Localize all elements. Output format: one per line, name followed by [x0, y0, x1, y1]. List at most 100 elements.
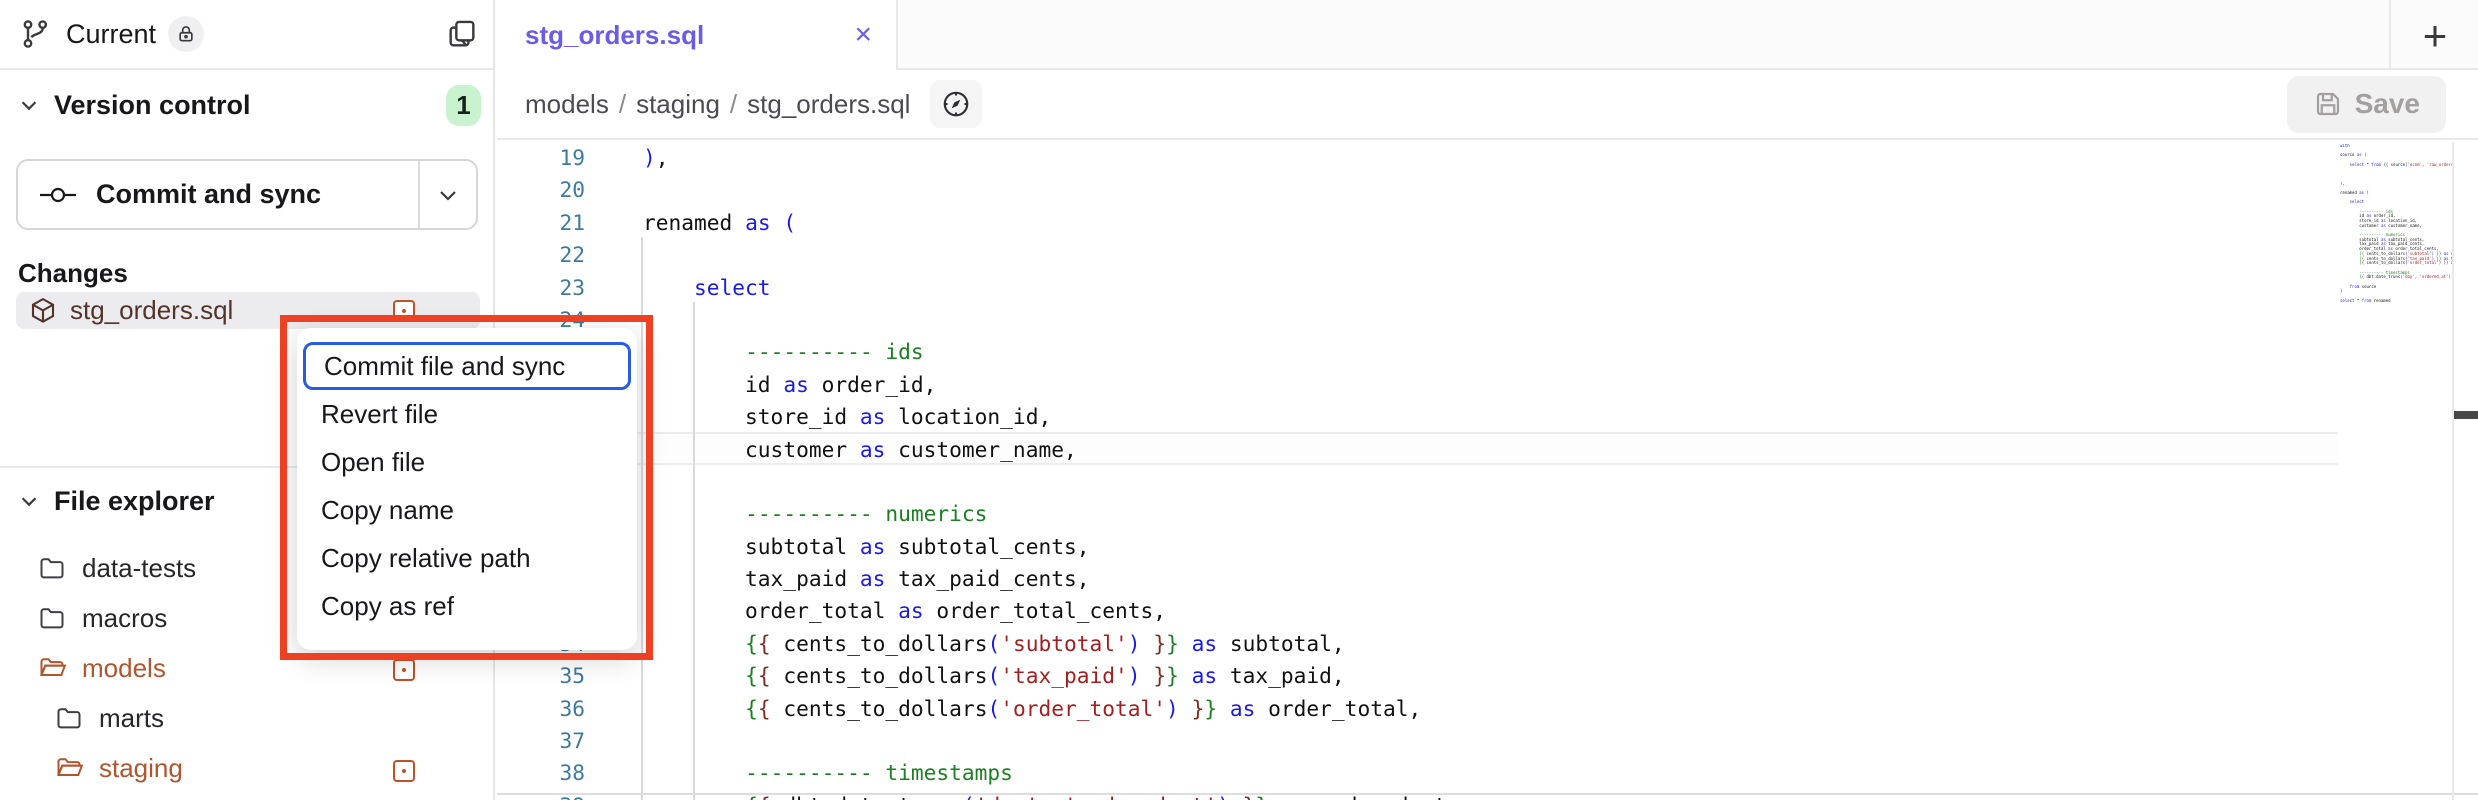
commit-options-button[interactable] — [420, 161, 476, 228]
close-tab-icon[interactable]: × — [854, 20, 872, 50]
code-line[interactable]: 27 store_id as location_id, — [497, 401, 2478, 433]
save-button[interactable]: Save — [2287, 76, 2446, 133]
code-line[interactable]: 30 ---------- numerics — [497, 498, 2478, 530]
code-line[interactable]: 22 — [497, 239, 2478, 271]
chevron-down-icon — [436, 183, 460, 207]
folder-label: models — [82, 653, 166, 684]
code-line[interactable]: 32 tax_paid as tax_paid_cents, — [497, 563, 2478, 595]
code-line[interactable]: 24 — [497, 304, 2478, 336]
minimap-separator — [2452, 142, 2454, 800]
copy-branch-button[interactable] — [445, 17, 479, 51]
menu-item-open-file[interactable]: Open file — [303, 438, 631, 486]
commit-and-sync-button[interactable]: Commit and sync — [16, 159, 478, 230]
code-line[interactable]: 21renamed as ( — [497, 207, 2478, 239]
model-cube-icon — [28, 296, 58, 326]
breadcrumb-separator: / — [730, 89, 737, 120]
code-line[interactable]: 20 — [497, 174, 2478, 206]
modified-indicator-icon — [393, 760, 415, 782]
tab-stg-orders[interactable]: stg_orders.sql × — [497, 0, 898, 70]
code-line[interactable]: 29 — [497, 466, 2478, 498]
commit-and-sync-main[interactable]: Commit and sync — [18, 161, 418, 228]
file-context-menu: Commit file and syncRevert fileOpen file… — [297, 328, 637, 650]
line-number: 23 — [497, 272, 585, 304]
folder-label: macros — [82, 603, 167, 634]
save-label: Save — [2355, 88, 2420, 120]
sidebar-item-staging[interactable]: staging — [0, 743, 495, 793]
git-commit-icon — [38, 183, 78, 207]
code-line[interactable]: 31 subtotal as subtotal_cents, — [497, 531, 2478, 563]
code-line[interactable]: 35 {{ cents_to_dollars('tax_paid') }} as… — [497, 660, 2478, 692]
code-line[interactable]: 28 customer as customer_name, — [497, 434, 2478, 466]
code-line[interactable]: 34 {{ cents_to_dollars('subtotal') }} as… — [497, 628, 2478, 660]
folder-label: data-tests — [82, 553, 196, 584]
changes-count-badge: 1 — [446, 85, 481, 126]
lock-icon — [176, 24, 196, 44]
sidebar-item-marts[interactable]: marts — [0, 693, 495, 743]
folder-icon — [38, 604, 66, 632]
code-line[interactable]: 38 ---------- timestamps — [497, 757, 2478, 789]
line-number: 21 — [497, 207, 585, 239]
lineage-button[interactable] — [930, 80, 982, 128]
compass-icon — [941, 89, 971, 119]
line-number: 22 — [497, 239, 585, 271]
minimap-line: select * from renamed — [2340, 299, 2452, 304]
editor-bottom-border — [497, 793, 2478, 795]
folder-label: staging — [99, 753, 183, 784]
branch-readonly-badge — [168, 16, 204, 52]
tab-bar: stg_orders.sql × + — [497, 0, 2478, 70]
line-number: 38 — [497, 757, 585, 789]
menu-item-copy-relative-path[interactable]: Copy relative path — [303, 534, 631, 582]
branch-header: Current — [0, 0, 493, 70]
new-tab-button[interactable]: + — [2412, 12, 2458, 58]
line-number: 20 — [497, 174, 585, 206]
line-number: 35 — [497, 660, 585, 692]
line-number: 36 — [497, 693, 585, 725]
file-action-bar: models / staging / stg_orders.sql Save — [497, 70, 2478, 140]
changed-file-name: stg_orders.sql — [70, 295, 233, 326]
menu-item-revert-file[interactable]: Revert file — [303, 390, 631, 438]
line-number: 19 — [497, 142, 585, 174]
changes-title: Changes — [18, 258, 128, 289]
copy-icon — [445, 17, 479, 51]
code-line[interactable]: 23 select — [497, 272, 2478, 304]
modified-indicator-icon — [393, 300, 415, 322]
branch-name: Current — [66, 19, 156, 50]
version-control-title: Version control — [54, 90, 251, 121]
file-explorer-title: File explorer — [54, 486, 215, 517]
chevron-down-icon — [18, 94, 40, 116]
breadcrumb-separator: / — [619, 89, 626, 120]
menu-item-commit-file-and-sync[interactable]: Commit file and sync — [303, 342, 631, 390]
sidebar-item-models[interactable]: models — [0, 643, 495, 693]
code-line[interactable]: 33 order_total as order_total_cents, — [497, 595, 2478, 627]
code-line[interactable]: 26 id as order_id, — [497, 369, 2478, 401]
code-line[interactable]: 37 — [497, 725, 2478, 757]
menu-item-copy-as-ref[interactable]: Copy as ref — [303, 582, 631, 630]
line-number: 37 — [497, 725, 585, 757]
code-line[interactable]: 19), — [497, 142, 2478, 174]
minimap-line: select * from {{ source('ecom', 'raw_ord… — [2340, 163, 2452, 168]
modified-indicator-icon — [393, 659, 415, 681]
tabbar-separator — [2389, 0, 2391, 70]
code-line[interactable]: 36 {{ cents_to_dollars('order_total') }}… — [497, 693, 2478, 725]
code-line[interactable]: 25 ---------- ids — [497, 336, 2478, 368]
breadcrumb-part[interactable]: models — [525, 89, 609, 120]
folder-icon — [38, 554, 66, 582]
version-control-header[interactable]: Version control 1 — [0, 70, 493, 140]
breadcrumb: models / staging / stg_orders.sql — [525, 89, 920, 120]
tab-label: stg_orders.sql — [525, 20, 854, 51]
minimap[interactable]: withsource as ( select * from {{ source(… — [2340, 144, 2452, 444]
git-branch-icon — [20, 18, 52, 50]
folder-icon — [55, 704, 83, 732]
breadcrumb-part[interactable]: stg_orders.sql — [747, 89, 910, 120]
menu-item-copy-name[interactable]: Copy name — [303, 486, 631, 534]
commit-and-sync-label: Commit and sync — [96, 179, 321, 210]
breadcrumb-part[interactable]: staging — [636, 89, 720, 120]
code-editor[interactable]: 19),2021renamed as (2223 select2425 ----… — [497, 142, 2478, 800]
open-folder-icon — [38, 654, 66, 682]
chevron-down-icon — [18, 490, 40, 512]
open-folder-icon — [55, 754, 83, 782]
save-icon — [2313, 89, 2343, 119]
code-lines: 19),2021renamed as (2223 select2425 ----… — [497, 142, 2478, 800]
minimap-line: {{ cents_to_dollars('order_total') }} as… — [2340, 261, 2452, 266]
scrollbar-handle[interactable] — [2454, 411, 2478, 419]
